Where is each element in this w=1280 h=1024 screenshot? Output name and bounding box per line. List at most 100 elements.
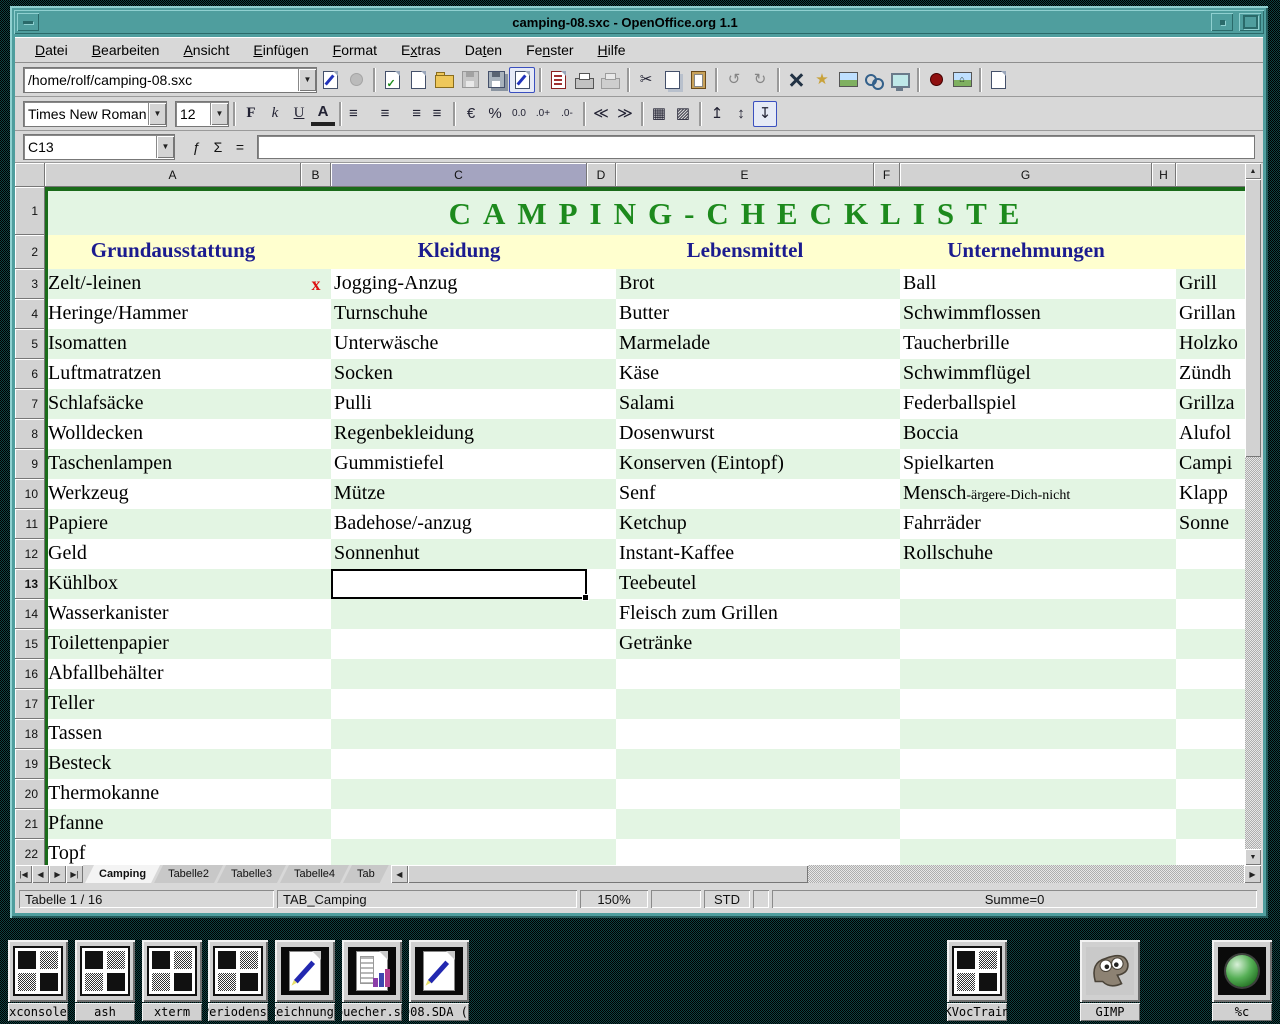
- cell-E5[interactable]: Marmelade: [616, 329, 874, 359]
- increase-indent-icon[interactable]: ≫: [613, 101, 637, 127]
- cell-F4[interactable]: [874, 299, 900, 329]
- cell-I22[interactable]: [1176, 839, 1245, 865]
- cell-H5[interactable]: [1152, 329, 1176, 359]
- cell-reference-dropdown-icon[interactable]: ▼: [156, 136, 174, 158]
- cell-F7[interactable]: [874, 389, 900, 419]
- cell-I21[interactable]: [1176, 809, 1245, 839]
- cell-H16[interactable]: [1152, 659, 1176, 689]
- valign-center-icon[interactable]: ↕: [729, 101, 753, 127]
- cell-D6[interactable]: [587, 359, 616, 389]
- cell-D13[interactable]: [587, 569, 616, 599]
- vertical-scrollbar[interactable]: ▲ ▼: [1245, 163, 1261, 865]
- last-sheet-icon[interactable]: ▶|: [66, 865, 83, 883]
- function-equals-icon[interactable]: =: [229, 136, 251, 158]
- cell-B8[interactable]: [301, 419, 331, 449]
- cell-G18[interactable]: [900, 719, 1152, 749]
- cell-A21[interactable]: Pfanne: [45, 809, 301, 839]
- cell-B15[interactable]: [301, 629, 331, 659]
- row-header-13[interactable]: 13: [15, 569, 45, 599]
- minimize-button[interactable]: [1211, 13, 1233, 31]
- cell-H20[interactable]: [1152, 779, 1176, 809]
- first-sheet-icon[interactable]: |◀: [15, 865, 32, 883]
- cell-C14[interactable]: [331, 599, 587, 629]
- grid-corner[interactable]: [15, 163, 45, 187]
- cell-H9[interactable]: [1152, 449, 1176, 479]
- row-header-14[interactable]: 14: [15, 599, 45, 629]
- cell-reference-box[interactable]: C13 ▼: [23, 134, 175, 160]
- desktop-icon-kvoctrain[interactable]: KVocTrain: [947, 940, 1007, 1021]
- cell-C3[interactable]: Jogging-Anzug: [331, 269, 587, 299]
- status-page-style[interactable]: TAB_Camping: [277, 890, 577, 908]
- hscroll-left-icon[interactable]: ◀: [391, 865, 408, 883]
- cell-B9[interactable]: [301, 449, 331, 479]
- cell-A10[interactable]: Werkzeug: [45, 479, 301, 509]
- column-header-F[interactable]: F: [874, 163, 900, 187]
- paste-icon[interactable]: [685, 67, 711, 93]
- bold-icon[interactable]: F: [239, 101, 263, 127]
- number-percent-icon[interactable]: %: [483, 101, 507, 127]
- new-document-icon[interactable]: [405, 67, 431, 93]
- menu-einfuegen[interactable]: Einfügen: [241, 40, 320, 60]
- cell-H15[interactable]: [1152, 629, 1176, 659]
- cell-H4[interactable]: [1152, 299, 1176, 329]
- cell-H6[interactable]: [1152, 359, 1176, 389]
- navigator-icon[interactable]: [783, 67, 809, 93]
- hscroll-right-icon[interactable]: ▶: [1244, 865, 1261, 883]
- cell-I20[interactable]: [1176, 779, 1245, 809]
- cell-E10[interactable]: Senf: [616, 479, 874, 509]
- cell-E22[interactable]: [616, 839, 874, 865]
- cell-I19[interactable]: [1176, 749, 1245, 779]
- font-name-combobox[interactable]: Times New Roman ▼: [23, 101, 167, 127]
- cell-F8[interactable]: [874, 419, 900, 449]
- insert-image-icon[interactable]: ⌂: [949, 67, 975, 93]
- stop-loading-icon[interactable]: [343, 67, 369, 93]
- cell-F6[interactable]: [874, 359, 900, 389]
- horizontal-scroll-track[interactable]: [808, 865, 1244, 883]
- cell-A6[interactable]: Luftmatratzen: [45, 359, 301, 389]
- previous-sheet-icon[interactable]: ◀: [32, 865, 49, 883]
- cell-H3[interactable]: [1152, 269, 1176, 299]
- cell-I16[interactable]: [1176, 659, 1245, 689]
- cell-B5[interactable]: [301, 329, 331, 359]
- align-center-icon[interactable]: ≡: [373, 101, 397, 127]
- window-menu-button[interactable]: [17, 13, 39, 31]
- cell-E11[interactable]: Ketchup: [616, 509, 874, 539]
- cell-A12[interactable]: Geld: [45, 539, 301, 569]
- vertical-scroll-track[interactable]: [1245, 457, 1261, 849]
- menu-daten[interactable]: Daten: [453, 40, 514, 60]
- row-header-20[interactable]: 20: [15, 779, 45, 809]
- cell-D11[interactable]: [587, 509, 616, 539]
- desktop-icon-zeichnung-[interactable]: Zeichnung-: [275, 940, 335, 1021]
- cell-E16[interactable]: [616, 659, 874, 689]
- valign-top-icon[interactable]: ↥: [705, 101, 729, 127]
- cell-G8[interactable]: Boccia: [900, 419, 1152, 449]
- edit-file-toggle-icon[interactable]: [509, 67, 535, 93]
- cell-E15[interactable]: Getränke: [616, 629, 874, 659]
- row-header-11[interactable]: 11: [15, 509, 45, 539]
- menu-format[interactable]: Format: [321, 40, 389, 60]
- add-decimal-icon[interactable]: .0+: [531, 101, 555, 127]
- gallery-icon[interactable]: [835, 67, 861, 93]
- row-header-8[interactable]: 8: [15, 419, 45, 449]
- menu-extras[interactable]: Extras: [389, 40, 453, 60]
- next-sheet-icon[interactable]: ▶: [49, 865, 66, 883]
- desktop-icon--c[interactable]: %c: [1212, 940, 1272, 1021]
- cut-icon[interactable]: ✂: [633, 67, 659, 93]
- cell-E3[interactable]: Brot: [616, 269, 874, 299]
- status-selection-mode[interactable]: STD: [704, 890, 750, 908]
- cell-G20[interactable]: [900, 779, 1152, 809]
- cell-E13[interactable]: Teebeutel: [616, 569, 874, 599]
- cell-C7[interactable]: Pulli: [331, 389, 587, 419]
- cell-E7[interactable]: Salami: [616, 389, 874, 419]
- cell-G19[interactable]: [900, 749, 1152, 779]
- delete-decimal-icon[interactable]: .0-: [555, 101, 579, 127]
- url-field[interactable]: /home/rolf/camping-08.sxc: [24, 72, 298, 88]
- cell-B10[interactable]: [301, 479, 331, 509]
- cell-H12[interactable]: [1152, 539, 1176, 569]
- cell-C15[interactable]: [331, 629, 587, 659]
- cell-D8[interactable]: [587, 419, 616, 449]
- formula-input-line[interactable]: [257, 135, 1255, 159]
- cell-D5[interactable]: [587, 329, 616, 359]
- cell-F5[interactable]: [874, 329, 900, 359]
- cell-I7[interactable]: Grillza: [1176, 389, 1245, 419]
